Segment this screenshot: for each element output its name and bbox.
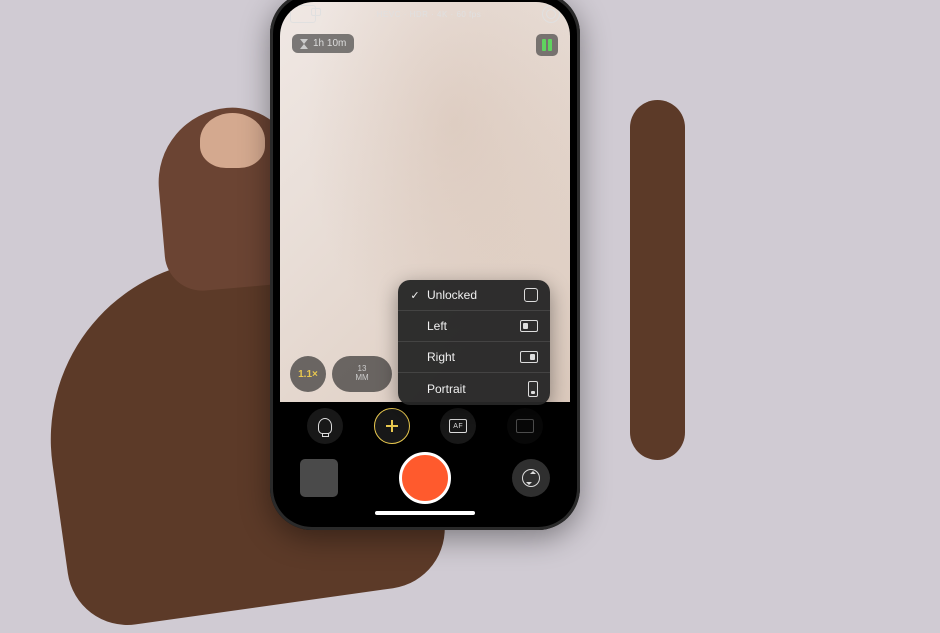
battery-bar	[548, 39, 552, 51]
bottom-dock	[280, 444, 570, 520]
thumbnail-nail	[200, 113, 265, 168]
top-bar: HEVC · HDR · 4K · 60 fps	[280, 2, 570, 26]
orientation-unlocked-icon	[524, 288, 538, 302]
bulb-icon	[318, 418, 332, 434]
recording-time-remaining-chip[interactable]: 1h 10m	[292, 34, 354, 53]
orientation-option-left[interactable]: ✓ Left	[398, 311, 550, 342]
af-icon: AF	[449, 419, 467, 433]
flash-button[interactable]	[307, 408, 343, 444]
tool-row: AF	[280, 408, 570, 444]
time-remaining-label: 1h 10m	[313, 38, 346, 49]
orientation-lock-button[interactable]	[507, 408, 543, 444]
exposure-button[interactable]	[374, 408, 410, 444]
settings-gear-icon[interactable]	[542, 5, 560, 23]
last-clip-thumbnail[interactable]	[300, 459, 338, 497]
switch-camera-icon	[522, 469, 540, 487]
orientation-portrait-icon	[528, 381, 538, 397]
check-icon: ✓	[410, 289, 420, 302]
rotate-icon	[516, 419, 534, 433]
hourglass-icon	[300, 39, 308, 49]
home-indicator[interactable]	[375, 511, 475, 515]
orientation-option-unlocked[interactable]: ✓ Unlocked	[398, 280, 550, 311]
screen: HEVC · HDR · 4K · 60 fps 1h 10m 1.1× 13M…	[280, 2, 570, 520]
zoom-button[interactable]: 1.1×	[290, 356, 326, 392]
autofocus-button[interactable]: AF	[440, 408, 476, 444]
record-button[interactable]	[399, 452, 451, 504]
orientation-left-icon	[520, 320, 538, 332]
lens-focal-length: 13MM	[355, 365, 368, 383]
lens-selector[interactable]: 13MM	[332, 356, 392, 392]
menu-label: Right	[427, 350, 455, 364]
battery-indicator[interactable]	[536, 34, 558, 56]
finger	[630, 100, 685, 460]
menu-label: Unlocked	[427, 288, 477, 302]
format-switch-icon[interactable]	[290, 5, 316, 23]
menu-label: Left	[427, 319, 447, 333]
orientation-option-portrait[interactable]: ✓ Portrait	[398, 373, 550, 405]
battery-bar	[542, 39, 546, 51]
switch-camera-button[interactable]	[512, 459, 550, 497]
orientation-option-right[interactable]: ✓ Right	[398, 342, 550, 373]
orientation-right-icon	[520, 351, 538, 363]
menu-label: Portrait	[427, 382, 466, 396]
phone-frame: HEVC · HDR · 4K · 60 fps 1h 10m 1.1× 13M…	[270, 0, 580, 530]
zoom-value: 1.1×	[298, 369, 318, 380]
exposure-icon	[386, 420, 398, 432]
recording-format-label[interactable]: HEVC · HDR · 4K · 60 fps	[377, 10, 481, 19]
orientation-lock-menu: ✓ Unlocked ✓ Left ✓ Right	[398, 280, 550, 405]
